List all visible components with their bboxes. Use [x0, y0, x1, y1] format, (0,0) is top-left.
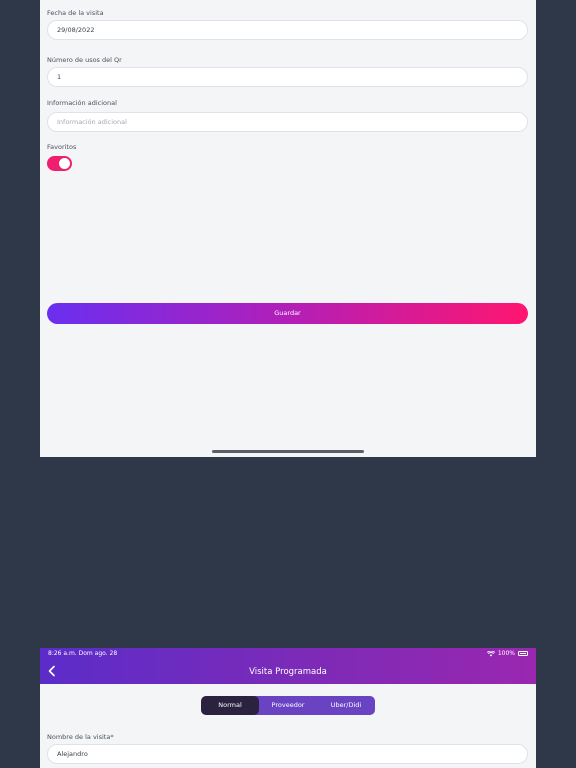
home-indicator: [212, 450, 364, 453]
info-field[interactable]: Información adicional: [47, 112, 528, 132]
status-time: 8:26 a.m. Dom ago. 28: [48, 650, 118, 657]
save-button[interactable]: Guardar: [47, 303, 528, 324]
qr-uses-label: Número de usos del Qr: [47, 56, 122, 64]
qr-uses-field[interactable]: 1: [47, 67, 528, 87]
favorites-toggle[interactable]: [47, 156, 72, 171]
info-label: Información adicional: [47, 99, 117, 107]
visit-type-segmented: Normal Proveedor Uber/Didi: [201, 696, 375, 715]
battery-icon: [518, 651, 528, 656]
visit-name-label: Nombre de la visita*: [47, 733, 114, 741]
app-header: 8:26 a.m. Dom ago. 28 100% Visita Progra…: [40, 648, 536, 684]
status-right: 100%: [486, 650, 528, 657]
tab-proveedor[interactable]: Proveedor: [259, 696, 317, 715]
form-panel-bottom: 8:26 a.m. Dom ago. 28 100% Visita Progra…: [40, 648, 536, 768]
form-panel-top: Fecha de la visita 29/08/2022 Número de …: [40, 0, 536, 457]
battery-percent: 100%: [497, 650, 515, 657]
date-label: Fecha de la visita: [47, 9, 104, 17]
visit-name-field[interactable]: Alejandro: [47, 744, 528, 764]
tab-uber-didi[interactable]: Uber/Didi: [317, 696, 375, 715]
tab-normal[interactable]: Normal: [201, 696, 259, 715]
favorites-label: Favoritos: [47, 143, 77, 151]
page-title: Visita Programada: [249, 667, 327, 677]
wifi-icon: [486, 650, 495, 656]
toggle-knob: [59, 158, 70, 169]
date-field[interactable]: 29/08/2022: [47, 20, 528, 40]
